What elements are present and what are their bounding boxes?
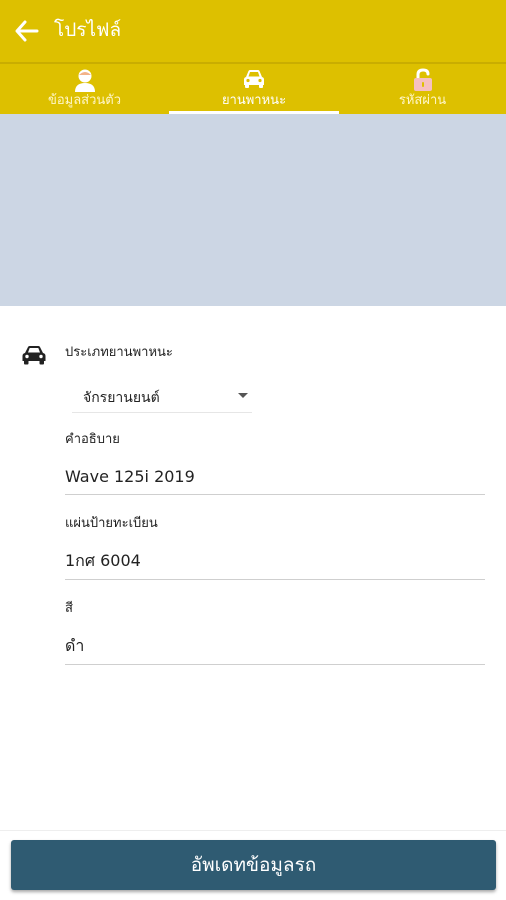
unlock-icon — [413, 68, 433, 96]
tab-label: ข้อมูลส่วนตัว — [47, 93, 122, 108]
vehicle-type-select[interactable]: จักรยานยนต์ — [72, 380, 252, 413]
tab-personal-info[interactable]: ข้อมูลส่วนตัว — [0, 64, 169, 114]
vehicle-banner — [0, 114, 506, 306]
plate-field[interactable] — [65, 543, 485, 580]
back-button[interactable] — [14, 19, 40, 43]
tab-vehicle[interactable]: ยานพาหนะ — [169, 64, 339, 114]
update-vehicle-button[interactable]: อัพเดทข้อมูลรถ — [11, 840, 496, 890]
description-label: คำอธิบาย — [65, 432, 120, 447]
car-icon — [242, 68, 266, 94]
person-icon — [74, 68, 96, 96]
app-bar: โปรไฟล์ — [0, 0, 506, 62]
car-icon — [21, 344, 47, 370]
arrow-left-icon — [15, 20, 39, 42]
divider — [0, 830, 506, 831]
vehicle-type-value: จักรยานยนต์ — [83, 390, 160, 406]
page-title: โปรไฟล์ — [54, 19, 122, 41]
vehicle-type-label: ประเภทยานพาหนะ — [65, 345, 173, 360]
tab-bar: ข้อมูลส่วนตัว ยานพาหนะ รหัสผ่าน — [0, 62, 506, 114]
description-field[interactable] — [65, 458, 485, 495]
chevron-down-icon — [238, 393, 248, 398]
tab-label: ยานพาหนะ — [221, 93, 287, 108]
plate-label: แผ่นป้ายทะเบียน — [65, 516, 158, 531]
tab-password[interactable]: รหัสผ่าน — [339, 64, 506, 114]
color-label: สี — [65, 601, 73, 616]
color-field[interactable] — [65, 628, 485, 665]
tab-label: รหัสผ่าน — [398, 93, 447, 108]
